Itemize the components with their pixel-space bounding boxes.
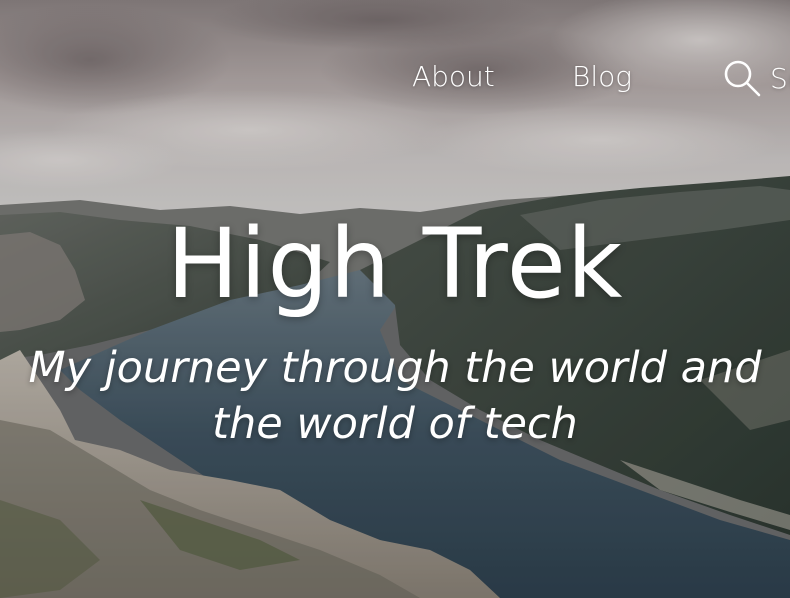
site-tagline: My journey through the world and the wor… bbox=[28, 343, 762, 449]
search-icon bbox=[724, 60, 761, 97]
nav-link-about[interactable]: About bbox=[412, 60, 495, 93]
search-label: Search bbox=[770, 61, 790, 95]
top-navigation: About Blog Search bbox=[0, 0, 790, 160]
site-title: High Trek bbox=[166, 208, 624, 320]
nav-link-blog[interactable]: Blog bbox=[572, 60, 632, 93]
search-button[interactable]: Search bbox=[722, 58, 790, 98]
hero-section: About Blog Search High Trek My journey t… bbox=[0, 0, 790, 598]
